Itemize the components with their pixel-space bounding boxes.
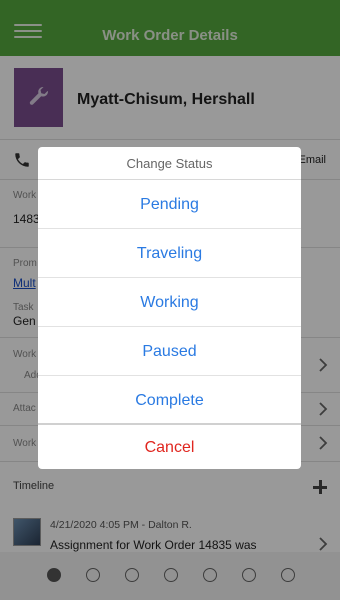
status-option-paused[interactable]: Paused — [38, 327, 301, 376]
cancel-button[interactable]: Cancel — [38, 425, 301, 469]
status-option-complete[interactable]: Complete — [38, 376, 301, 425]
dialog-title: Change Status — [38, 147, 301, 180]
status-option-working[interactable]: Working — [38, 278, 301, 327]
status-option-traveling[interactable]: Traveling — [38, 229, 301, 278]
status-option-pending[interactable]: Pending — [38, 180, 301, 229]
change-status-dialog: Change Status Pending Traveling Working … — [38, 147, 301, 469]
